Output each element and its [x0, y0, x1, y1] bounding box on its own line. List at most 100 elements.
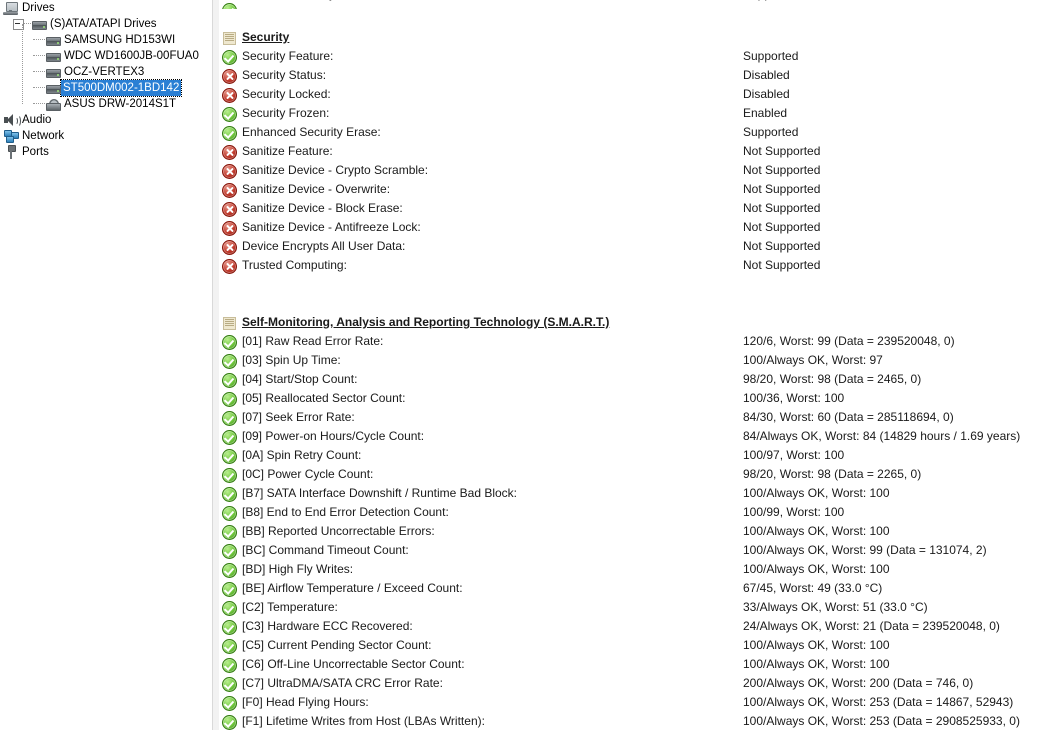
detail-row: [F0] Head Flying Hours: 100/Always OK, Wo… [219, 693, 1043, 712]
detail-row: Sanitize Feature: Not Supported [219, 142, 1043, 161]
detail-row: [C5] Current Pending Sector Count: 100/Al… [219, 636, 1043, 655]
detail-row-value: 100/Always OK, Worst: 99 (Data = 131074,… [743, 543, 987, 557]
detail-row-label: [F0] Head Flying Hours: [242, 695, 369, 709]
status-ok-icon [222, 525, 237, 540]
status-ok-icon [222, 3, 237, 9]
detail-row-label: [C6] Off-Line Uncorrectable Sector Count… [242, 657, 465, 671]
drives-icon [3, 0, 19, 16]
detail-row: Sanitize Device - Block Erase: Not Suppor… [219, 199, 1043, 218]
tree-guide-vertical [22, 24, 24, 104]
detail-row-value: 67/45, Worst: 49 (33.0 °C) [743, 581, 883, 595]
detail-row-label: Sanitize Device - Overwrite: [242, 182, 391, 196]
detail-row-value: Not Supported [743, 144, 821, 158]
detail-row-value: Enabled [743, 106, 788, 120]
detail-row-value: Supported [743, 125, 799, 139]
detail-row-label: [0A] Spin Retry Count: [242, 448, 362, 462]
detail-row-value: Disabled [743, 87, 790, 101]
section-title: Security [242, 30, 290, 44]
tree-item-label: Network [22, 130, 65, 142]
detail-row-value: 100/Always OK, Worst: 97 [743, 353, 883, 367]
tree-item-label: ST500DM002-1BD142 [59, 79, 183, 97]
detail-row-value: Supported [743, 49, 799, 63]
status-ok-icon [222, 373, 237, 388]
detail-row: [07] Seek Error Rate: 84/30, Worst: 60 (D… [219, 408, 1043, 427]
status-ok-icon [222, 50, 237, 65]
device-tree-panel[interactable]: Drives (S)ATA/ATAPI Drives SAMSUNG HD153WI… [0, 0, 212, 730]
detail-row-value: 84/Always OK, Worst: 84 (14829 hours / 1… [743, 429, 1021, 443]
device-tree[interactable]: Drives (S)ATA/ATAPI Drives SAMSUNG HD153WI… [0, 0, 212, 160]
device-info-window: Drives (S)ATA/ATAPI Drives SAMSUNG HD153WI… [0, 0, 1043, 730]
tree-item-asus-drw-2014s1t[interactable]: ASUS DRW-2014S1T [0, 96, 212, 112]
detail-row-label: [09] Power-on Hours/Cycle Count: [242, 429, 425, 443]
detail-row-value: Disabled [743, 68, 790, 82]
detail-row: [B8] End to End Error Detection Count: 10… [219, 503, 1043, 522]
status-ok-icon [222, 468, 237, 483]
status-error-icon [222, 240, 237, 255]
detail-row-value: 100/Always OK, Worst: 100 [743, 638, 890, 652]
tree-item-ports[interactable]: Ports [0, 144, 212, 160]
device-detail-panel[interactable]: Write Read Verify Feature:Supported, Dis… [219, 0, 1043, 730]
detail-row-label: Trusted Computing: [242, 258, 347, 272]
detail-row-label: [01] Raw Read Error Rate: [242, 334, 384, 348]
detail-row-value: 100/36, Worst: 100 [743, 391, 845, 405]
detail-row-value: 200/Always OK, Worst: 200 (Data = 746, 0… [743, 676, 974, 690]
detail-row-label: [BE] Airflow Temperature / Exceed Count: [242, 581, 463, 595]
status-ok-icon [222, 715, 237, 730]
detail-row-value: 100/99, Worst: 100 [743, 505, 845, 519]
detail-row-label: [07] Seek Error Rate: [242, 410, 355, 424]
status-error-icon [222, 259, 237, 274]
status-ok-icon [222, 582, 237, 597]
status-error-icon [222, 221, 237, 236]
tree-item-wdc-wd1600jb-00fua0[interactable]: WDC WD1600JB-00FUA0 [0, 48, 212, 64]
tree-item-network[interactable]: Network [0, 128, 212, 144]
status-ok-icon [222, 563, 237, 578]
status-ok-icon [222, 544, 237, 559]
status-error-icon [222, 69, 237, 84]
detail-row-value: Not Supported [743, 239, 821, 253]
hdd-icon [45, 48, 61, 64]
detail-row: Sanitize Device - Overwrite: Not Supporte… [219, 180, 1043, 199]
status-ok-icon [222, 658, 237, 673]
detail-row: [05] Reallocated Sector Count: 100/36, Wo… [219, 389, 1043, 408]
tree-item-st500dm002-1bd142[interactable]: ST500DM002-1BD142 [0, 79, 212, 97]
tree-guide-line [33, 103, 45, 105]
audio-icon [3, 112, 21, 128]
detail-row: [09] Power-on Hours/Cycle Count: 84/Alway… [219, 427, 1043, 446]
status-error-icon [222, 202, 237, 217]
detail-row-label: Security Frozen: [242, 106, 330, 120]
tree-item-label: SAMSUNG HD153WI [64, 34, 176, 46]
tree-item-drives[interactable]: Drives [0, 0, 212, 16]
detail-row: Sanitize Device - Antifreeze Lock: Not Su… [219, 218, 1043, 237]
detail-row: [BD] High Fly Writes: 100/Always OK, Wors… [219, 560, 1043, 579]
detail-row-value: 100/97, Worst: 100 [743, 448, 845, 462]
detail-row-label: [0C] Power Cycle Count: [242, 467, 374, 481]
tree-item-s-ata-atapi-drives[interactable]: (S)ATA/ATAPI Drives [0, 16, 212, 32]
section-header[interactable]: Security [219, 28, 1043, 47]
tree-item-samsung-hd153wi[interactable]: SAMSUNG HD153WI [0, 32, 212, 48]
detail-row: Write Read Verify Feature:Supported, Dis… [219, 0, 1043, 9]
section-list-icon [223, 32, 236, 45]
detail-row-label: Security Feature: [242, 49, 334, 63]
detail-row: [C3] Hardware ECC Recovered: 24/Always OK… [219, 617, 1043, 636]
tree-item-label: OCZ-VERTEX3 [64, 66, 145, 78]
section-header[interactable]: Self-Monitoring, Analysis and Reporting … [219, 313, 1043, 332]
tree-guide-line [33, 55, 45, 57]
detail-row-label: [C7] UltraDMA/SATA CRC Error Rate: [242, 676, 443, 690]
detail-row-label: [BD] High Fly Writes: [242, 562, 354, 576]
tree-item-audio[interactable]: Audio [0, 112, 212, 128]
status-ok-icon [222, 601, 237, 616]
status-ok-icon [222, 639, 237, 654]
tree-item-label: (S)ATA/ATAPI Drives [50, 18, 157, 30]
status-ok-icon [222, 392, 237, 407]
detail-row-value: 98/20, Worst: 98 (Data = 2465, 0) [743, 372, 922, 386]
hdd-icon [31, 16, 47, 32]
detail-row-value: 33/Always OK, Worst: 51 (33.0 °C) [743, 600, 928, 614]
tree-item-ocz-vertex3[interactable]: OCZ-VERTEX3 [0, 64, 212, 80]
detail-row-label: [F1] Lifetime Writes from Host (LBAs Wri… [242, 714, 485, 728]
detail-row-label: Sanitize Device - Antifreeze Lock: [242, 220, 421, 234]
hdd-icon [45, 64, 61, 80]
detail-row: Device Encrypts All User Data: Not Suppor… [219, 237, 1043, 256]
detail-row: Security Status: Disabled [219, 66, 1043, 85]
